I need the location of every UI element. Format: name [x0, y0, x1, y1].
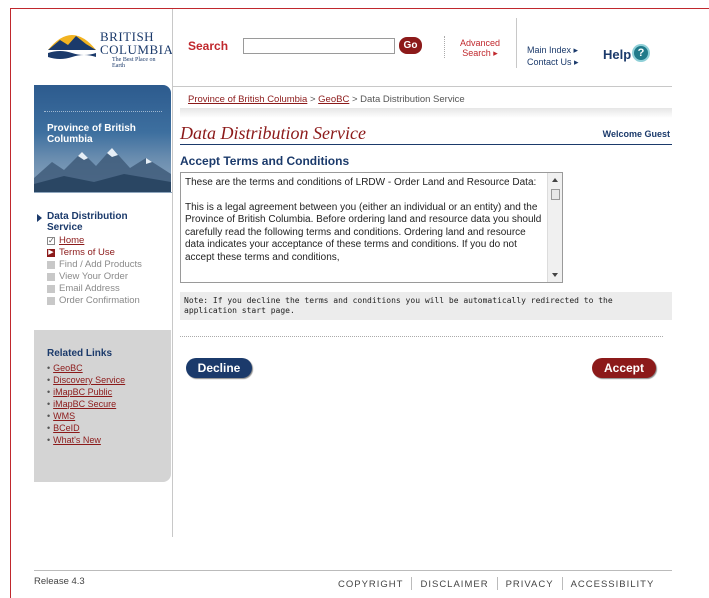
- related-link-bceid[interactable]: BCeID: [53, 423, 80, 433]
- footer-disclaimer-link[interactable]: DISCLAIMER: [420, 579, 488, 590]
- header-divider-2: [516, 18, 517, 68]
- footer-accessibility-link[interactable]: ACCESSIBILITY: [571, 579, 655, 590]
- bullet-icon: •: [47, 399, 51, 409]
- sidebar-item-label: Email Address: [59, 283, 120, 294]
- list-item: • iMapBC Secure: [47, 398, 125, 410]
- welcome-guest: Welcome Guest: [602, 129, 670, 139]
- main-index-link[interactable]: Main Index ▸: [527, 44, 579, 56]
- bullet-icon: •: [47, 363, 51, 373]
- mountain-image: [34, 148, 171, 192]
- terms-textarea[interactable]: These are the terms and conditions of LR…: [180, 172, 563, 283]
- sidebar-nav-title: Data Distribution Service: [47, 211, 128, 233]
- related-link-imapbc-public[interactable]: iMapBC Public: [53, 387, 112, 397]
- sidebar-item-label: Terms of Use: [59, 247, 115, 258]
- sidebar-item-terms-of-use: ▶ Terms of Use: [47, 247, 142, 259]
- sidebar-nav-list: ✓ Home ▶ Terms of Use Find / Add Product…: [47, 235, 142, 307]
- sidebar-item-email-address: Email Address: [47, 283, 142, 295]
- sidebar-item-home[interactable]: ✓ Home: [47, 235, 142, 247]
- release-version: Release 4.3: [34, 576, 85, 587]
- related-links-list: • GeoBC • Discovery Service • iMapBC Public…: [47, 362, 125, 446]
- list-item: • What's New: [47, 434, 125, 446]
- sidebar-right-border: [172, 87, 173, 537]
- terms-paragraph: These are the terms and conditions of LR…: [185, 177, 537, 188]
- disabled-step-icon: [47, 273, 55, 281]
- breadcrumb-province[interactable]: Province of British Columbia: [188, 94, 307, 105]
- decline-button[interactable]: Decline: [186, 358, 252, 378]
- scroll-thumb[interactable]: [551, 189, 560, 200]
- sidebar-item-label: Order Confirmation: [59, 295, 140, 306]
- current-section-arrow-icon: [37, 214, 42, 222]
- contact-us-link[interactable]: Contact Us ▸: [527, 56, 579, 68]
- list-item: • Discovery Service: [47, 374, 125, 386]
- sidebar-item-view-your-order: View Your Order: [47, 271, 142, 283]
- footer-separator: [496, 577, 498, 590]
- related-links-title: Related Links: [47, 348, 113, 359]
- advanced-search-link[interactable]: Advanced Search ▸: [452, 38, 508, 58]
- sidebar-item-label: View Your Order: [59, 271, 129, 282]
- accept-button[interactable]: Accept: [592, 358, 656, 378]
- bullet-icon: •: [47, 423, 51, 433]
- footer-privacy-link[interactable]: PRIVACY: [506, 579, 554, 590]
- bullet-icon: •: [47, 375, 51, 385]
- current-step-arrow-icon: ▶: [47, 249, 55, 257]
- header-links: Main Index ▸ Contact Us ▸: [527, 44, 579, 68]
- terms-paragraph: This is a legal agreement between you (e…: [185, 201, 542, 263]
- related-link-discovery-service[interactable]: Discovery Service: [53, 375, 125, 385]
- bullet-icon: •: [47, 435, 51, 445]
- checkmark-icon: ✓: [47, 236, 55, 245]
- decline-note: Note: If you decline the terms and condi…: [180, 292, 672, 320]
- related-link-wms[interactable]: WMS: [53, 411, 75, 421]
- breadcrumb-band: [180, 108, 672, 118]
- dotted-divider: [180, 336, 663, 337]
- bullet-icon: •: [47, 387, 51, 397]
- sidebar-divider: [34, 192, 172, 193]
- list-item: • iMapBC Public: [47, 386, 125, 398]
- footer-separator: [561, 577, 563, 590]
- breadcrumb-current: Data Distribution Service: [360, 94, 465, 105]
- terms-text: These are the terms and conditions of LR…: [185, 177, 543, 276]
- go-button[interactable]: Go: [399, 37, 422, 54]
- header-divider: [172, 9, 173, 87]
- disabled-step-icon: [47, 297, 55, 305]
- help-link[interactable]: Help: [603, 47, 631, 62]
- sun-mountain-logo-icon: [48, 35, 96, 59]
- breadcrumb-separator: >: [309, 94, 316, 105]
- search-label: Search: [188, 39, 229, 53]
- footer-links: COPYRIGHT DISCLAIMER PRIVACY ACCESSIBILITY: [338, 577, 654, 590]
- logo-line-2: COLUMBIA: [100, 42, 174, 57]
- related-link-whats-new[interactable]: What's New: [53, 435, 101, 445]
- breadcrumb-separator: >: [351, 94, 358, 105]
- sidebar-item-order-confirmation: Order Confirmation: [47, 295, 142, 307]
- bullet-icon: •: [47, 411, 51, 421]
- section-title: Accept Terms and Conditions: [180, 154, 350, 168]
- help-icon[interactable]: ?: [632, 44, 650, 62]
- search-input[interactable]: [243, 38, 395, 54]
- sidebar-item-label: Find / Add Products: [59, 259, 142, 270]
- list-item: • BCeID: [47, 422, 125, 434]
- title-rule: [180, 144, 672, 145]
- search-divider: [444, 36, 445, 58]
- bc-logo[interactable]: BRITISH COLUMBIA The Best Place on Earth: [34, 20, 173, 70]
- footer-copyright-link[interactable]: COPYRIGHT: [338, 579, 403, 590]
- list-item: • GeoBC: [47, 362, 125, 374]
- scroll-down-icon[interactable]: [552, 273, 558, 277]
- page-title: Data Distribution Service: [180, 123, 366, 143]
- disabled-step-icon: [47, 285, 55, 293]
- list-item: • WMS: [47, 410, 125, 422]
- sidebar-item-label[interactable]: Home: [59, 235, 84, 246]
- footer-separator: [411, 577, 413, 590]
- breadcrumb: Province of British Columbia > GeoBC > D…: [188, 94, 465, 105]
- logo-tagline: The Best Place on Earth: [112, 57, 156, 69]
- terms-scrollbar[interactable]: [547, 173, 562, 282]
- related-link-geobc[interactable]: GeoBC: [53, 363, 83, 373]
- related-link-imapbc-secure[interactable]: iMapBC Secure: [53, 399, 116, 409]
- footer-rule: [34, 570, 672, 571]
- scroll-up-icon[interactable]: [552, 178, 558, 182]
- disabled-step-icon: [47, 261, 55, 269]
- sidebar-item-find-add-products: Find / Add Products: [47, 259, 142, 271]
- header-rule: [172, 86, 672, 87]
- breadcrumb-geobc[interactable]: GeoBC: [318, 94, 349, 105]
